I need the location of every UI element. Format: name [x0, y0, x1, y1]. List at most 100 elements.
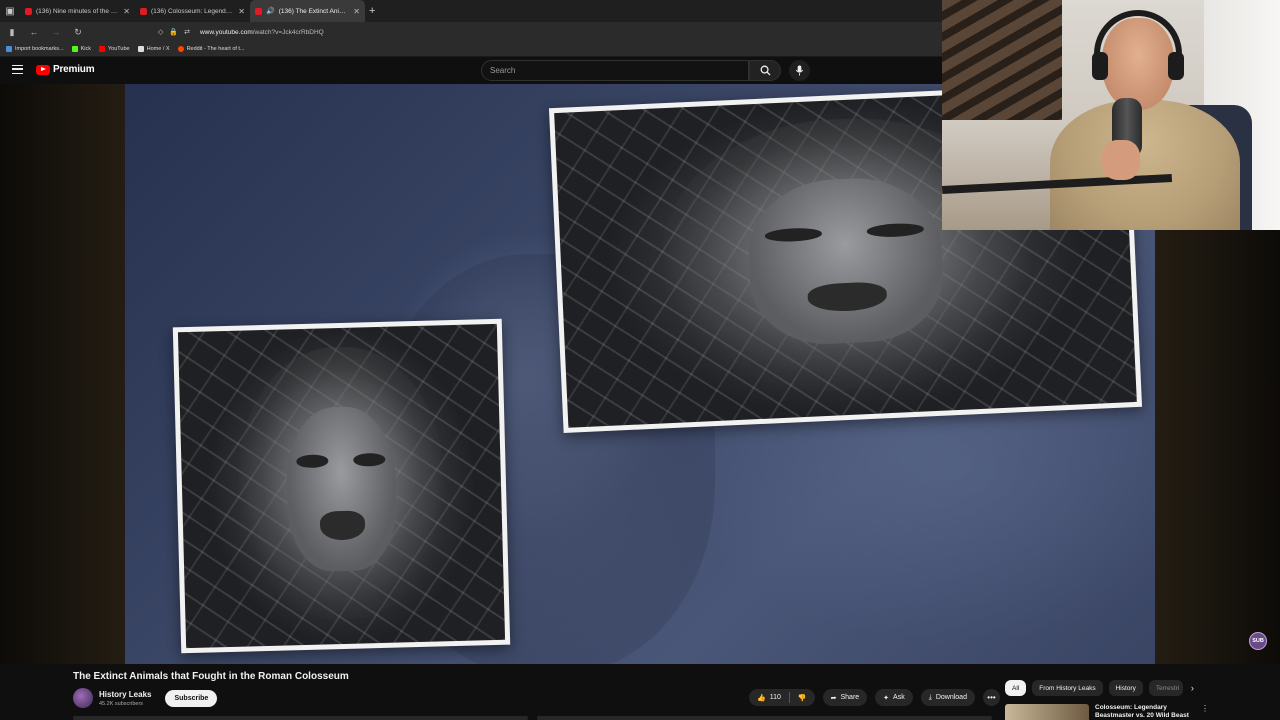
like-dislike-group: 👍 110 👎 [749, 689, 815, 706]
bookmark-label: Kick [80, 46, 91, 52]
chip-history[interactable]: History [1108, 680, 1143, 696]
search-input[interactable]: Search [481, 60, 749, 81]
bookmark-label: Home / X [146, 46, 170, 52]
more-actions-button[interactable]: ••• [982, 689, 1000, 706]
url-field[interactable]: www.youtube.com/watch?v=Jck4crRbDHQ [200, 29, 324, 36]
browser-tab-2[interactable]: (136) Colosseum: Legendary Be ✕ [135, 0, 250, 22]
sidebar-toggle-icon[interactable]: ▮ [6, 27, 18, 38]
more-vertical-icon[interactable]: ⋮ [1201, 704, 1209, 720]
chip-terrestrial[interactable]: Terrestri [1148, 680, 1183, 696]
new-tab-button[interactable]: + [369, 5, 375, 17]
browser-tab-bar: ▣ (136) Nine minutes of the crazi ✕ (136… [0, 0, 942, 22]
recommended-video[interactable]: Colosseum: Legendary Beastmaster vs. 20 … [1005, 704, 1209, 720]
headphone-cup [1168, 52, 1184, 80]
chip-all[interactable]: All [1005, 680, 1027, 696]
lion-photo-small [172, 318, 511, 654]
channel-watermark[interactable]: SUB [1249, 632, 1267, 650]
webcam-hand [1102, 140, 1140, 180]
logo-text: Premium [53, 64, 95, 75]
download-button[interactable]: ⤓ Download [920, 689, 975, 706]
kick-icon [71, 46, 78, 52]
channel-avatar[interactable] [73, 688, 93, 708]
youtube-play-icon [36, 64, 50, 75]
chip-from-channel[interactable]: From History Leaks [1032, 680, 1103, 696]
webcam-stairs [942, 0, 1062, 120]
screen: ▣ (136) Nine minutes of the crazi ✕ (136… [0, 0, 1280, 720]
share-icon: ➦ [830, 694, 837, 702]
more-horizontal-icon: ••• [987, 693, 996, 702]
youtube-favicon-icon [25, 7, 32, 15]
tab-close-icon[interactable]: ✕ [123, 7, 130, 16]
ambient-glow-left [0, 84, 125, 664]
description-box-edge [73, 716, 528, 720]
streamer-webcam [942, 0, 1280, 230]
channel-row: History Leaks 45.2K subscribers Subscrib… [73, 688, 218, 708]
comments-box-edge [537, 716, 992, 720]
dislike-button[interactable]: 👎 [790, 689, 815, 706]
ask-button[interactable]: ✦ Ask [875, 689, 913, 706]
thumbs-down-icon: 👎 [797, 694, 807, 702]
bookmark-label: YouTube [108, 46, 130, 52]
youtube-favicon-icon [255, 7, 262, 15]
forward-arrow-icon[interactable]: → [50, 27, 62, 37]
like-count: 110 [769, 694, 781, 701]
channel-info: History Leaks 45.2K subscribers [99, 690, 151, 707]
search-button[interactable] [749, 60, 781, 81]
shield-icon[interactable]: ◇ [158, 28, 163, 36]
related-filter-chips: All From History Leaks History Terrestri… [1005, 680, 1194, 696]
reddit-icon [177, 46, 184, 52]
tab-menu-icon[interactable]: ▣ [0, 0, 20, 22]
sparkle-icon: ✦ [883, 694, 890, 702]
tab-title: (136) Colosseum: Legendary Be [151, 7, 235, 15]
url-path: /watch?v=Jck4crRbDHQ [252, 28, 324, 36]
bookmark-label: Reddit - The heart of t... [186, 46, 245, 52]
address-bar: ▮ ← → ↻ ◇ 🔒 ⇄ www.youtube.com/watch?v=Jc… [0, 22, 942, 42]
back-arrow-icon[interactable]: ← [28, 27, 40, 37]
thumbs-up-icon: 👍 [757, 694, 766, 702]
bookmark-import[interactable]: Import bookmarks... [6, 46, 64, 52]
headphone-cup [1092, 52, 1108, 80]
share-button[interactable]: ➦ Share [822, 689, 868, 706]
voice-search-button[interactable] [789, 60, 810, 81]
search-icon [760, 65, 771, 76]
bookmark-x[interactable]: Home / X [137, 46, 170, 52]
chevron-right-icon[interactable]: › [1191, 683, 1194, 693]
channel-name[interactable]: History Leaks [99, 690, 151, 699]
youtube-premium-logo[interactable]: Premium [36, 64, 95, 75]
menu-icon[interactable] [12, 65, 23, 74]
search-placeholder: Search [490, 66, 516, 75]
subscriber-count: 45.2K subscribers [99, 700, 144, 707]
browser-tab-3[interactable]: 🔊 (136) The Extinct Animals t ✕ [250, 0, 365, 22]
like-button[interactable]: 👍 110 [749, 689, 789, 706]
recommended-title[interactable]: Colosseum: Legendary Beastmaster vs. 20 … [1095, 704, 1195, 720]
share-label: Share [840, 694, 860, 701]
webcam-person-body [1050, 100, 1240, 230]
x-icon [137, 46, 144, 52]
tab-close-icon[interactable]: ✕ [353, 7, 360, 16]
youtube-icon [99, 46, 105, 52]
bookmark-youtube[interactable]: YouTube [99, 46, 130, 52]
url-host: www.youtube.com [199, 28, 253, 36]
video-title: The Extinct Animals that Fought in the R… [73, 671, 349, 682]
video-info-area: The Extinct Animals that Fought in the R… [0, 664, 1280, 720]
import-icon [6, 46, 12, 52]
tab-title: (136) The Extinct Animals t [278, 7, 350, 15]
speaker-icon[interactable]: 🔊 [266, 7, 275, 15]
microphone-icon [795, 65, 804, 76]
download-label: Download [935, 694, 967, 701]
youtube-favicon-icon [140, 7, 147, 15]
browser-tab-1[interactable]: (136) Nine minutes of the crazi ✕ [20, 0, 135, 22]
youtube-header: Premium Search [0, 57, 942, 84]
subscribe-button[interactable]: Subscribe [165, 689, 218, 707]
bookmarks-bar: Import bookmarks... Kick YouTube Home / … [0, 42, 942, 57]
lion-image [177, 323, 506, 649]
bookmark-label: Import bookmarks... [15, 46, 64, 52]
recommended-thumbnail[interactable] [1005, 704, 1089, 720]
permissions-icon[interactable]: ⇄ [184, 28, 190, 36]
reload-icon[interactable]: ↻ [72, 27, 84, 38]
lock-icon[interactable]: 🔒 [169, 28, 178, 36]
tab-close-icon[interactable]: ✕ [238, 7, 245, 16]
bookmark-kick[interactable]: Kick [71, 46, 91, 52]
tab-title: (136) Nine minutes of the crazi [36, 7, 120, 15]
bookmark-reddit[interactable]: Reddit - The heart of t... [177, 46, 245, 52]
